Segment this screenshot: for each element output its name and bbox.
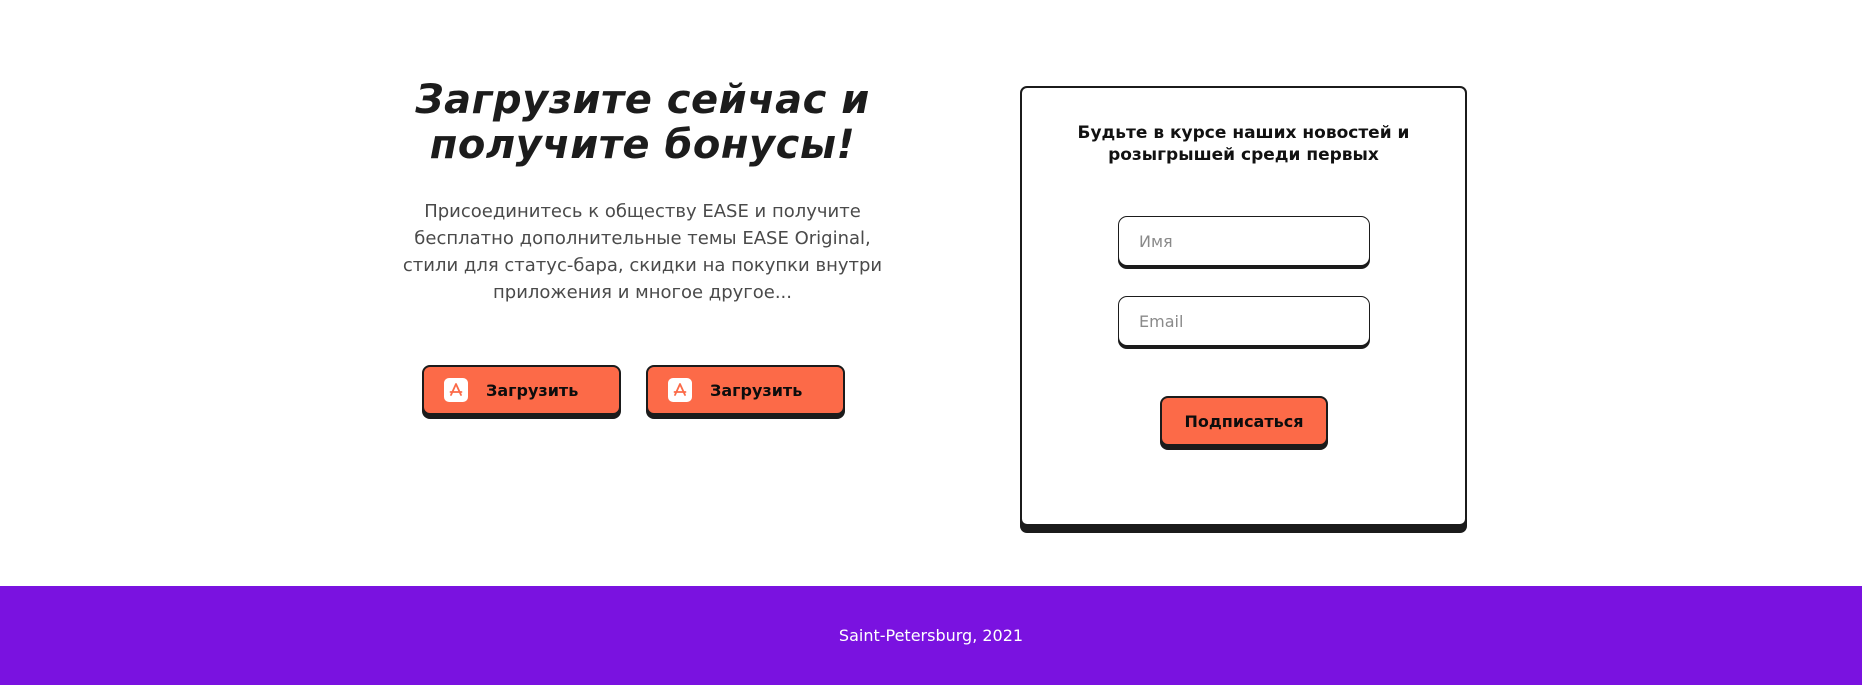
footer-text: Saint-Petersburg, 2021 [838, 626, 1024, 645]
download-buttons: Загрузить Загрузить [422, 365, 845, 415]
promo-description: Присоединитесь к обществу EASE и получит… [402, 201, 883, 303]
email-input[interactable] [1118, 296, 1370, 346]
headline-line-2: получите бонусы! [429, 122, 856, 168]
download-button-label: Загрузить [486, 380, 579, 400]
download-button-1[interactable]: Загрузить [422, 365, 621, 415]
download-button-label: Загрузить [710, 380, 803, 400]
app-store-icon [444, 378, 468, 402]
subscribe-card: Будьте в курсе наших новостей и розыгрыш… [1020, 86, 1467, 526]
footer: Saint-Petersburg, 2021 [0, 586, 1862, 685]
download-button-2[interactable]: Загрузить [646, 365, 845, 415]
headline-line-1: Загрузите сейчас и [415, 77, 870, 123]
promo-headline: Загрузите сейчас и получите бонусы! [390, 78, 895, 168]
page: Загрузите сейчас и получите бонусы! Прис… [0, 0, 1862, 685]
subscribe-title: Будьте в курсе наших новостей и розыгрыш… [1077, 123, 1410, 165]
app-store-icon [668, 378, 692, 402]
name-input[interactable] [1118, 216, 1370, 266]
subscribe-button[interactable]: Подписаться [1160, 396, 1328, 446]
promo-section: Загрузите сейчас и получите бонусы! Прис… [390, 78, 895, 306]
